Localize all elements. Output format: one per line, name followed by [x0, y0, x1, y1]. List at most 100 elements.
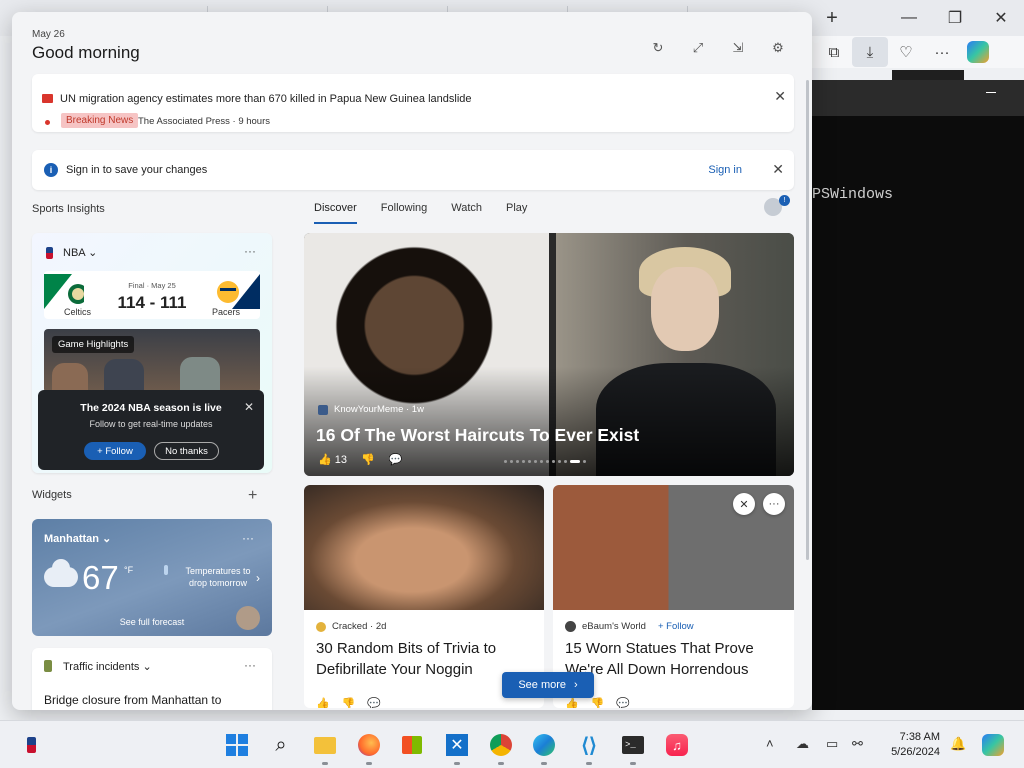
- breaking-news-card[interactable]: UN migration agency estimates more than …: [32, 74, 794, 132]
- follow-publisher-link[interactable]: + Follow: [658, 621, 694, 632]
- live-dot-icon: [45, 120, 50, 125]
- carousel-dot[interactable]: [546, 460, 549, 463]
- settings-gear-icon[interactable]: ⚙: [768, 38, 788, 58]
- featured-story-card[interactable]: KnowYourMeme · 1w 16 Of The Worst Haircu…: [304, 233, 794, 476]
- collections-icon[interactable]: ⧉: [816, 37, 852, 67]
- maximize-icon[interactable]: ❐: [932, 0, 978, 36]
- popup-close-icon[interactable]: ✕: [244, 400, 254, 414]
- dislike-icon[interactable]: 👎: [591, 697, 605, 708]
- minimize-icon[interactable]: —: [886, 0, 932, 36]
- follow-button[interactable]: + Follow: [84, 442, 146, 460]
- like-button[interactable]: 👍 13: [318, 453, 347, 466]
- downloads-icon[interactable]: ⤓: [852, 37, 888, 67]
- file-explorer-icon[interactable]: [312, 732, 338, 765]
- comment-icon[interactable]: 💬: [616, 697, 630, 708]
- remote-app-icon[interactable]: ✕: [444, 732, 470, 765]
- weather-more-icon[interactable]: ···: [242, 531, 254, 545]
- tab-discover[interactable]: Discover: [314, 202, 357, 224]
- microsoft-store-icon[interactable]: [399, 732, 425, 758]
- copilot-taskbar-icon[interactable]: [980, 732, 1006, 758]
- copilot-button[interactable]: [960, 37, 996, 67]
- firefox-icon[interactable]: [356, 732, 382, 765]
- statues-title[interactable]: 15 Worn Statues That Prove We're All Dow…: [565, 638, 785, 680]
- terminal-window[interactable]: PSWindows: [812, 116, 1024, 710]
- windows-logo-icon: [226, 734, 248, 756]
- terminal-minimize-icon[interactable]: [986, 92, 996, 93]
- traffic-widget[interactable]: Traffic incidents ⌄ ··· Bridge closure f…: [32, 648, 272, 710]
- carousel-dot[interactable]: [522, 460, 525, 463]
- show-hidden-icons-icon[interactable]: ˄: [766, 736, 774, 751]
- close-icon[interactable]: ✕: [978, 0, 1024, 36]
- chrome-icon[interactable]: [488, 732, 514, 765]
- nba-league-dropdown[interactable]: NBA ⌄: [63, 246, 97, 259]
- carousel-dot[interactable]: [540, 460, 543, 463]
- dismiss-breaking-icon[interactable]: ✕: [774, 88, 786, 105]
- more-options-icon[interactable]: ···: [924, 37, 960, 67]
- video-figure: [180, 357, 220, 393]
- tab-following[interactable]: Following: [381, 202, 427, 224]
- chevron-right-icon[interactable]: ›: [256, 571, 260, 585]
- comment-icon[interactable]: 💬: [367, 697, 381, 708]
- game-highlights-video[interactable]: Game Highlights: [44, 329, 260, 393]
- terminal-text: PSWindows: [812, 186, 894, 203]
- comment-icon[interactable]: 💬: [389, 453, 403, 466]
- refresh-icon[interactable]: ↻: [648, 38, 668, 58]
- health-icon[interactable]: ♡: [888, 37, 924, 67]
- nba-widgets-taskbar-icon[interactable]: [18, 732, 44, 758]
- edge-icon[interactable]: [531, 732, 557, 765]
- carousel-dot-active[interactable]: [570, 460, 580, 463]
- video-figure: [104, 359, 144, 393]
- carousel-dot[interactable]: [564, 460, 567, 463]
- carousel-dot[interactable]: [510, 460, 513, 463]
- weather-thumbnail: [236, 606, 260, 630]
- start-button[interactable]: [224, 732, 250, 758]
- carousel-dot[interactable]: [516, 460, 519, 463]
- nba-more-icon[interactable]: ···: [244, 244, 256, 258]
- pacers-logo-icon: [217, 274, 260, 309]
- carousel-dot[interactable]: [552, 460, 555, 463]
- traffic-dropdown[interactable]: Traffic incidents ⌄: [63, 660, 152, 673]
- expand-icon[interactable]: ⤢: [688, 38, 708, 58]
- no-thanks-button[interactable]: No thanks: [154, 442, 219, 460]
- weather-location-dropdown[interactable]: Manhattan ⌄: [44, 532, 111, 545]
- pin-icon[interactable]: ⇲: [728, 38, 748, 58]
- tab-play[interactable]: Play: [506, 202, 527, 224]
- carousel-indicator[interactable]: [504, 460, 586, 463]
- onedrive-icon[interactable]: ☁: [796, 736, 809, 752]
- carousel-dot[interactable]: [504, 460, 507, 463]
- game-score-card[interactable]: Celtics Final · May 25 114 - 111 Pacers: [44, 271, 260, 319]
- display-icon[interactable]: ▭: [826, 736, 838, 752]
- see-more-button[interactable]: See more ›: [502, 672, 594, 698]
- story-more-icon[interactable]: ···: [763, 493, 785, 515]
- carousel-dot[interactable]: [534, 460, 537, 463]
- nba-league-label: NBA: [63, 247, 86, 259]
- notification-bell-icon[interactable]: 🔔: [950, 736, 966, 752]
- dislike-icon[interactable]: 👎: [361, 453, 375, 466]
- carousel-dot[interactable]: [528, 460, 531, 463]
- story-image-statues: [553, 485, 794, 610]
- like-icon[interactable]: 👍: [316, 697, 330, 708]
- panel-scrollbar[interactable]: [806, 80, 809, 560]
- carousel-dot[interactable]: [583, 460, 586, 463]
- info-icon: i: [44, 163, 58, 177]
- weather-widget[interactable]: Manhattan ⌄ ··· 67 °F Temperatures to dr…: [32, 519, 272, 636]
- dismiss-story-icon[interactable]: ✕: [733, 493, 755, 515]
- new-tab-button[interactable]: +: [818, 4, 846, 32]
- like-icon[interactable]: 👍: [565, 697, 579, 708]
- signin-link[interactable]: Sign in: [708, 164, 742, 176]
- tab-watch[interactable]: Watch: [451, 202, 482, 224]
- terminal-icon[interactable]: >_: [620, 732, 646, 765]
- dismiss-signin-icon[interactable]: ✕: [772, 161, 784, 178]
- add-widget-icon[interactable]: +: [248, 487, 257, 505]
- panel-date: May 26: [32, 29, 65, 40]
- system-clock[interactable]: 7:38 AM 5/26/2024: [891, 730, 940, 760]
- featured-title[interactable]: 16 Of The Worst Haircuts To Ever Exist: [316, 425, 639, 446]
- dislike-icon[interactable]: 👎: [342, 697, 356, 708]
- carousel-dot[interactable]: [558, 460, 561, 463]
- network-icon[interactable]: ⚯: [852, 736, 863, 752]
- search-icon[interactable]: ⌕: [268, 732, 294, 758]
- apple-music-icon[interactable]: ♫: [664, 732, 690, 758]
- vscode-icon[interactable]: ⟨⟩: [576, 732, 602, 765]
- breaking-headline[interactable]: UN migration agency estimates more than …: [60, 93, 472, 105]
- traffic-more-icon[interactable]: ···: [244, 658, 256, 672]
